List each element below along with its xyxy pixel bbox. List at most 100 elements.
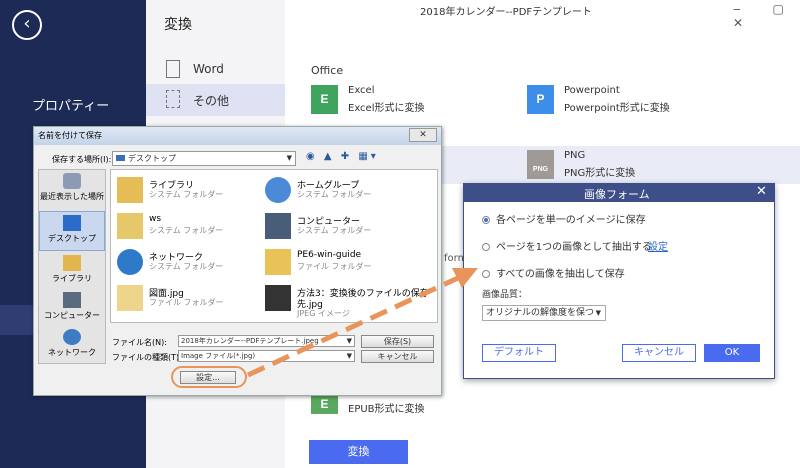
file-item[interactable]: 方法3：変換後のファイルの保存 先.jpg JPEG イメージ [263,282,429,318]
properties-nav-item[interactable]: プロパティー [32,95,109,114]
radio-selected-icon [482,216,490,224]
format-desc: Powerpoint形式に変換 [564,103,670,114]
file-item[interactable]: コンピューター システム フォルダー [263,210,423,246]
window-controls[interactable]: ‒ ▢ ✕ [733,2,800,30]
place-libraries[interactable]: ライブラリ [39,252,105,292]
file-item[interactable]: PE6-win-guide ファイル フォルダー [263,246,423,282]
chevron-down-icon: ▼ [346,337,352,345]
png-icon: PNG [527,150,554,179]
file-name: PE6-win-guide [297,250,362,260]
format-excel[interactable]: E Excel Excel形式に変換 [311,85,511,121]
format-name: Excel [348,85,375,96]
close-button[interactable]: ✕ [756,184,767,199]
place-recent[interactable]: 最近表示した場所 [39,170,105,210]
file-item[interactable]: ライブラリ システム フォルダー [115,174,275,210]
save-button[interactable]: 保存(S) [361,335,434,348]
quality-value: オリジナルの解像度を保つ [486,308,595,318]
filetype-select[interactable]: Image ファイル(*.jpg) ▼ [178,350,355,362]
filetype-label: ファイルの種類(T): [112,353,182,362]
option-extract-all[interactable]: すべての画像を抽出して保存 [482,265,625,280]
option-extract-page[interactable]: ページを1つの画像として抽出する [482,238,652,253]
powerpoint-icon: P [527,85,554,114]
filename-value: 2018年カレンダー--PDFテンプレート.jpeg [181,337,319,345]
file-type: システム フォルダー [149,226,224,235]
section-office-heading: Office [311,64,344,77]
back-button[interactable]: ‹ [12,10,42,40]
place-network[interactable]: ネットワーク [39,326,105,366]
place-desktop[interactable]: デスクトップ [39,211,105,251]
navigation-toolbar[interactable]: ◉ ▲ ✚ ▦▾ [306,151,379,162]
settings-link-text[interactable]: 設定 [648,242,668,253]
format-desc: EPUB形式に変換 [348,404,425,415]
quality-label: 画像品質： [482,290,528,300]
file-type: JPEG イメージ [297,309,350,318]
location-select[interactable]: デスクトップ ▼ [112,151,296,166]
option-label: 各ページを単一のイメージに保存 [496,215,646,226]
other-doc-icon [166,90,180,108]
dialog-title: 画像フォーム [584,188,650,201]
desktop-icon [63,215,81,231]
computer-icon [63,292,81,308]
chevron-down-icon: ▼ [346,352,352,360]
option-each-page[interactable]: 各ページを単一のイメージに保存 [482,211,646,226]
filetype-value: Image ファイル(*.jpg) [181,352,256,360]
format-png[interactable]: PNG PNG PNG形式に変換 [527,150,727,186]
library-icon [63,255,81,271]
file-type: ファイル フォルダー [297,262,372,271]
convert-item-word[interactable]: Word [146,54,285,86]
recent-places-icon [63,173,81,189]
file-item[interactable]: ws システム フォルダー [115,210,275,246]
format-powerpoint[interactable]: P Powerpoint Powerpoint形式に変換 [527,85,727,121]
file-item[interactable]: ネットワーク システム フォルダー [115,246,275,282]
file-type: システム フォルダー [149,262,224,271]
save-as-dialog: 名前を付けて保存 ✕ 保存する場所(I): デスクトップ ▼ ◉ ▲ ✚ ▦▾ … [33,126,442,396]
word-doc-icon [166,60,180,78]
format-desc: Excel形式に変換 [348,103,425,114]
place-label: ネットワーク [48,348,96,357]
ok-button[interactable]: OK [704,344,760,362]
folder-icon [117,285,143,311]
convert-item-label: Word [193,62,224,76]
chevron-down-icon: ▼ [286,154,292,162]
network-icon [63,329,81,345]
convert-button[interactable]: 変換 [309,440,408,464]
default-button[interactable]: デフォルト [482,344,556,362]
radio-icon [482,243,490,251]
window-title: 2018年カレンダー--PDFテンプレート [420,7,592,18]
filename-input[interactable]: 2018年カレンダー--PDFテンプレート.jpeg ▼ [178,335,355,347]
epub-icon: E [311,394,338,414]
excel-icon: E [311,85,338,114]
network-icon [117,249,143,275]
place-label: ライブラリ [52,274,92,283]
folder-icon [265,249,291,275]
chevron-down-icon: ▼ [595,309,601,317]
file-type: システム フォルダー [149,190,224,199]
format-epub[interactable]: E EPUB形式に変換 [311,394,511,434]
computer-icon [265,213,291,239]
file-item[interactable]: 図面.jpg ファイル フォルダー [115,282,275,318]
file-type: ファイル フォルダー [149,298,224,307]
image-form-dialog: 画像フォーム ✕ 各ページを単一のイメージに保存 ページを1つの画像として抽出す… [463,183,775,379]
quality-select[interactable]: オリジナルの解像度を保つ ▼ [482,305,606,321]
place-label: コンピューター [44,311,100,320]
file-list: ライブラリ システム フォルダー ホームグループ システム フォルダー ws シ… [110,169,438,323]
format-name: PNG [564,150,586,161]
dialog-title: 名前を付けて保存 [38,131,102,140]
jpeg-thumbnail-icon [265,285,291,311]
places-bar: 最近表示した場所 デスクトップ ライブラリ コンピューター ネットワーク [38,169,106,364]
cancel-button[interactable]: キャンセル [622,344,696,362]
place-label: デスクトップ [48,234,96,243]
settings-link[interactable]: 設定 [648,238,668,253]
desktop-icon [116,155,125,161]
highlight-circle [171,366,247,388]
close-button[interactable]: ✕ [409,128,437,142]
convert-panel-title: 変換 [164,17,192,33]
homegroup-icon [265,177,291,203]
cancel-button[interactable]: キャンセル [361,350,434,363]
place-computer[interactable]: コンピューター [39,289,105,329]
format-name: Powerpoint [564,85,620,96]
location-value: デスクトップ [128,154,176,163]
convert-item-other[interactable]: その他 [146,84,285,116]
file-item[interactable]: ホームグループ システム フォルダー [263,174,423,210]
location-label: 保存する場所(I): [52,155,112,164]
